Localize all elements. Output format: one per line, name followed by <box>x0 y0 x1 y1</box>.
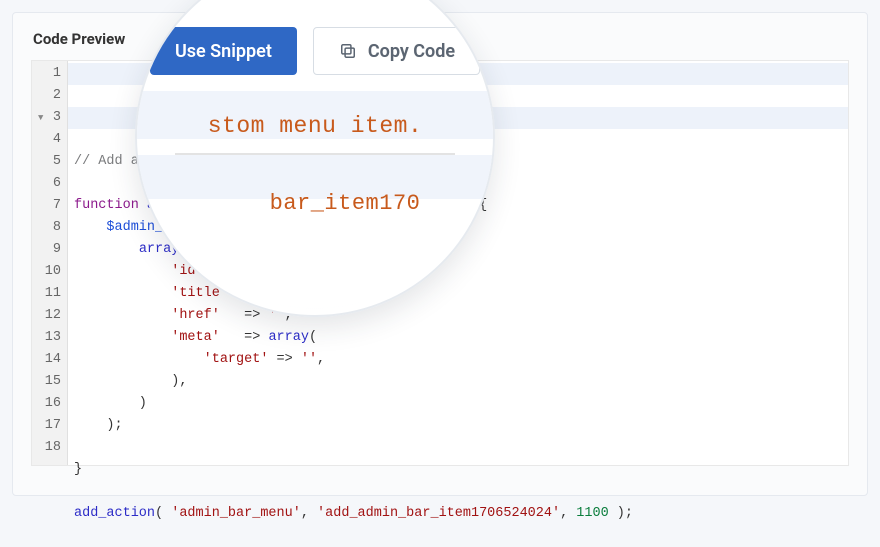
line-number: 1 <box>32 63 61 85</box>
line-number: 7 <box>32 195 61 217</box>
line-number: 3▼ <box>32 107 61 129</box>
code-line[interactable]: 'target' => '', <box>74 349 848 371</box>
copy-code-label: Copy Code <box>368 41 455 62</box>
magnified-code-line: bar_item170 <box>167 191 495 216</box>
line-number: 5 <box>32 151 61 173</box>
code-line[interactable]: ); <box>74 415 848 437</box>
line-number: 10 <box>32 261 61 283</box>
line-number: 13 <box>32 327 61 349</box>
fold-icon[interactable]: ▼ <box>38 107 43 129</box>
code-line[interactable] <box>74 437 848 459</box>
line-number: 18 <box>32 437 61 459</box>
line-number: 12 <box>32 305 61 327</box>
line-number: 11 <box>32 283 61 305</box>
code-line[interactable]: 'meta' => array( <box>74 327 848 349</box>
action-buttons: Use Snippet Copy Code <box>150 27 480 75</box>
line-number: 2 <box>32 85 61 107</box>
magnified-code-line: stom menu item. <box>137 113 493 139</box>
code-line[interactable]: ) <box>74 393 848 415</box>
use-snippet-label: Use Snippet <box>175 41 272 62</box>
line-number: 17 <box>32 415 61 437</box>
line-number: 15 <box>32 371 61 393</box>
code-line[interactable]: 'title' => '', <box>74 283 848 305</box>
line-number: 8 <box>32 217 61 239</box>
code-line[interactable]: ), <box>74 371 848 393</box>
line-number: 4 <box>32 129 61 151</box>
copy-code-button[interactable]: Copy Code <box>313 27 480 75</box>
line-number: 9 <box>32 239 61 261</box>
line-number: 16 <box>32 393 61 415</box>
code-line[interactable] <box>74 481 848 503</box>
code-line[interactable]: add_action( 'admin_bar_menu', 'add_admin… <box>74 503 848 525</box>
separator <box>175 153 455 155</box>
code-line[interactable] <box>74 525 848 547</box>
line-number: 14 <box>32 349 61 371</box>
panel-title: Code Preview <box>33 30 125 48</box>
use-snippet-button[interactable]: Use Snippet <box>150 27 297 75</box>
line-number: 6 <box>32 173 61 195</box>
line-gutter: 123▼456789101112131415161718 <box>32 61 68 465</box>
code-line[interactable]: } <box>74 459 848 481</box>
code-line[interactable]: 'href' => '', <box>74 305 848 327</box>
copy-icon <box>338 41 358 61</box>
